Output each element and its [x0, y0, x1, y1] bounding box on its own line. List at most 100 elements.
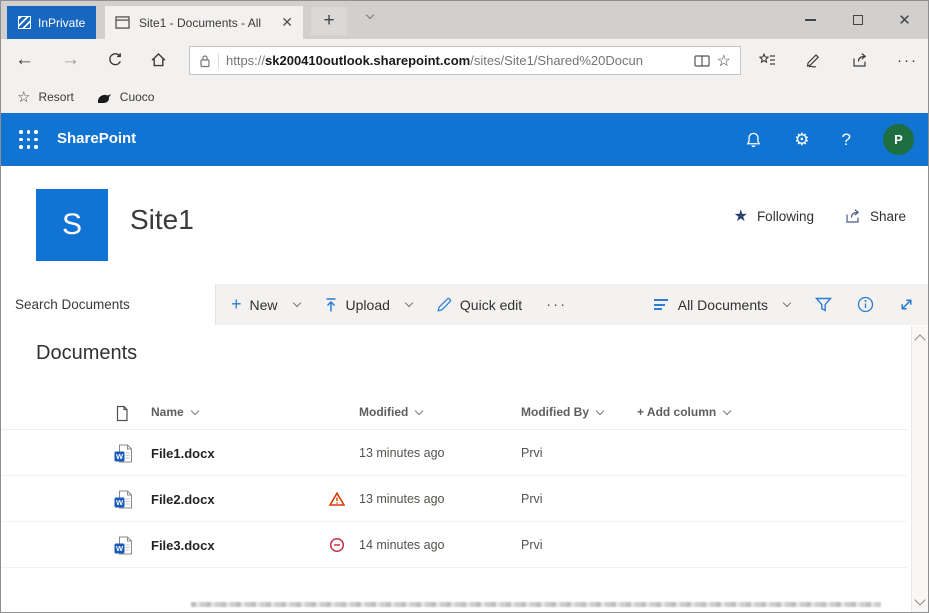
- file-name[interactable]: File2.docx: [151, 476, 215, 522]
- file-modified: 13 minutes ago: [359, 430, 444, 476]
- minimize-button[interactable]: [787, 1, 834, 39]
- name-column-header[interactable]: Name: [151, 405, 198, 419]
- following-star-icon: ★: [734, 206, 748, 226]
- file-row[interactable]: W File3.docx 14 minutes ago Prvi: [1, 522, 908, 568]
- sort-chevron-icon: [596, 406, 604, 414]
- inprivate-stripes-icon: [18, 16, 31, 29]
- file-row[interactable]: W File2.docx 13 minutes ago Prvi: [1, 476, 908, 522]
- info-icon[interactable]: [857, 296, 874, 313]
- modified-column-header[interactable]: Modified: [359, 405, 422, 419]
- maximize-button[interactable]: [834, 1, 881, 39]
- command-overflow-icon[interactable]: ···: [546, 296, 567, 313]
- home-icon[interactable]: [150, 52, 167, 68]
- quick-edit-label: Quick edit: [460, 297, 522, 313]
- file-modified-by[interactable]: Prvi: [521, 476, 543, 522]
- tab-title: Site1 - Documents - All: [139, 16, 272, 30]
- share-site-icon: [844, 208, 861, 224]
- new-label: New: [250, 297, 278, 313]
- site-title[interactable]: Site1: [130, 204, 194, 236]
- sort-chevron-icon: [415, 406, 423, 414]
- inprivate-label: InPrivate: [38, 16, 85, 30]
- file-name[interactable]: File1.docx: [151, 430, 215, 476]
- new-chevron-icon: [292, 299, 300, 307]
- upload-button[interactable]: Upload: [324, 297, 412, 313]
- suite-bar: SharePoint ⚙ ? P: [1, 113, 928, 166]
- url-divider: [218, 53, 219, 69]
- view-selector-label: All Documents: [678, 297, 768, 313]
- app-launcher-icon[interactable]: [19, 130, 38, 149]
- file-type-column-header[interactable]: [115, 405, 129, 422]
- view-list-icon: [654, 299, 668, 310]
- list-header-row: Name Modified Modified By + Add column: [1, 397, 908, 430]
- forward-icon[interactable]: →: [61, 49, 80, 71]
- close-button[interactable]: ✕: [881, 1, 928, 39]
- plus-icon: +: [231, 294, 242, 315]
- address-bar-row: ← → https://sk200410outlook.sharepoint.c…: [1, 39, 928, 81]
- add-favorite-star-icon[interactable]: ☆: [717, 51, 731, 71]
- favorite-item-cuoco[interactable]: Cuoco: [96, 90, 155, 104]
- settings-gear-icon[interactable]: ⚙: [794, 130, 809, 150]
- user-avatar[interactable]: P: [883, 124, 914, 155]
- site-logo[interactable]: S: [36, 189, 108, 261]
- new-button[interactable]: + New: [231, 294, 300, 315]
- share-label: Share: [870, 209, 906, 224]
- add-column-chevron-icon: [723, 406, 731, 414]
- help-icon[interactable]: ?: [842, 130, 851, 150]
- inprivate-badge: InPrivate: [7, 6, 96, 39]
- scroll-down-icon[interactable]: [914, 594, 925, 605]
- new-tab-button[interactable]: +: [311, 7, 347, 35]
- vertical-scrollbar[interactable]: [911, 326, 928, 612]
- favorites-hub-icon[interactable]: [759, 53, 776, 68]
- reading-view-icon[interactable]: [694, 55, 710, 67]
- back-icon[interactable]: ←: [15, 49, 34, 71]
- notifications-bell-icon[interactable]: [745, 131, 762, 149]
- search-input[interactable]: [1, 284, 215, 325]
- svg-text:W: W: [116, 544, 124, 553]
- upload-icon: [324, 297, 338, 313]
- following-label: Following: [757, 209, 814, 224]
- file-modified-by[interactable]: Prvi: [521, 522, 543, 568]
- favorite-item-resort[interactable]: ☆ Resort: [17, 88, 74, 106]
- document-library: Documents Name Modified Modified By + Ad…: [1, 325, 928, 612]
- refresh-icon[interactable]: [107, 52, 123, 68]
- modified-by-column-header[interactable]: Modified By: [521, 405, 603, 419]
- browser-window: InPrivate Site1 - Documents - All ✕ + ✕ …: [0, 0, 929, 613]
- url-text: https://sk200410outlook.sharepoint.com/s…: [226, 53, 687, 68]
- sharepoint-brand[interactable]: SharePoint: [57, 130, 136, 147]
- file-name[interactable]: File3.docx: [151, 522, 215, 568]
- warning-icon: [329, 492, 345, 506]
- command-bar: + New Upload Quick edit ···: [1, 284, 928, 325]
- upload-label: Upload: [346, 297, 390, 313]
- tab-page-icon: [115, 16, 130, 29]
- file-modified-by[interactable]: Prvi: [521, 430, 543, 476]
- word-file-icon: W: [113, 443, 134, 464]
- web-note-pen-icon[interactable]: [805, 53, 822, 68]
- lock-icon: [199, 54, 211, 68]
- site-header: S Site1 ★ Following Share: [1, 166, 928, 284]
- library-title: Documents: [36, 342, 137, 365]
- favorite-label: Cuoco: [120, 90, 155, 104]
- tab-list-chevron-icon[interactable]: [366, 11, 374, 19]
- share-site-button[interactable]: Share: [844, 208, 906, 224]
- view-selector[interactable]: All Documents: [654, 297, 790, 313]
- following-button[interactable]: ★ Following: [734, 206, 814, 226]
- document-type-icon: [115, 405, 129, 422]
- tab-close-icon[interactable]: ✕: [281, 14, 293, 31]
- share-page-icon[interactable]: [851, 52, 868, 68]
- sort-chevron-icon: [190, 406, 198, 414]
- file-row[interactable]: W File1.docx 13 minutes ago Prvi: [1, 430, 908, 476]
- address-input[interactable]: https://sk200410outlook.sharepoint.com/s…: [189, 46, 741, 75]
- browser-settings-icon[interactable]: ···: [897, 52, 918, 69]
- blocked-icon: [329, 537, 345, 553]
- file-modified: 14 minutes ago: [359, 522, 444, 568]
- filter-icon[interactable]: [815, 297, 832, 312]
- pencil-icon: [436, 297, 452, 313]
- favorite-label: Resort: [38, 90, 73, 104]
- quick-edit-button[interactable]: Quick edit: [436, 297, 522, 313]
- favorites-bar: ☆ Resort Cuoco: [1, 81, 928, 113]
- upload-chevron-icon: [405, 299, 413, 307]
- add-column-button[interactable]: + Add column: [637, 405, 730, 419]
- expand-icon[interactable]: [899, 297, 914, 312]
- scroll-up-icon[interactable]: [914, 334, 925, 345]
- browser-tab[interactable]: Site1 - Documents - All ✕: [105, 6, 303, 39]
